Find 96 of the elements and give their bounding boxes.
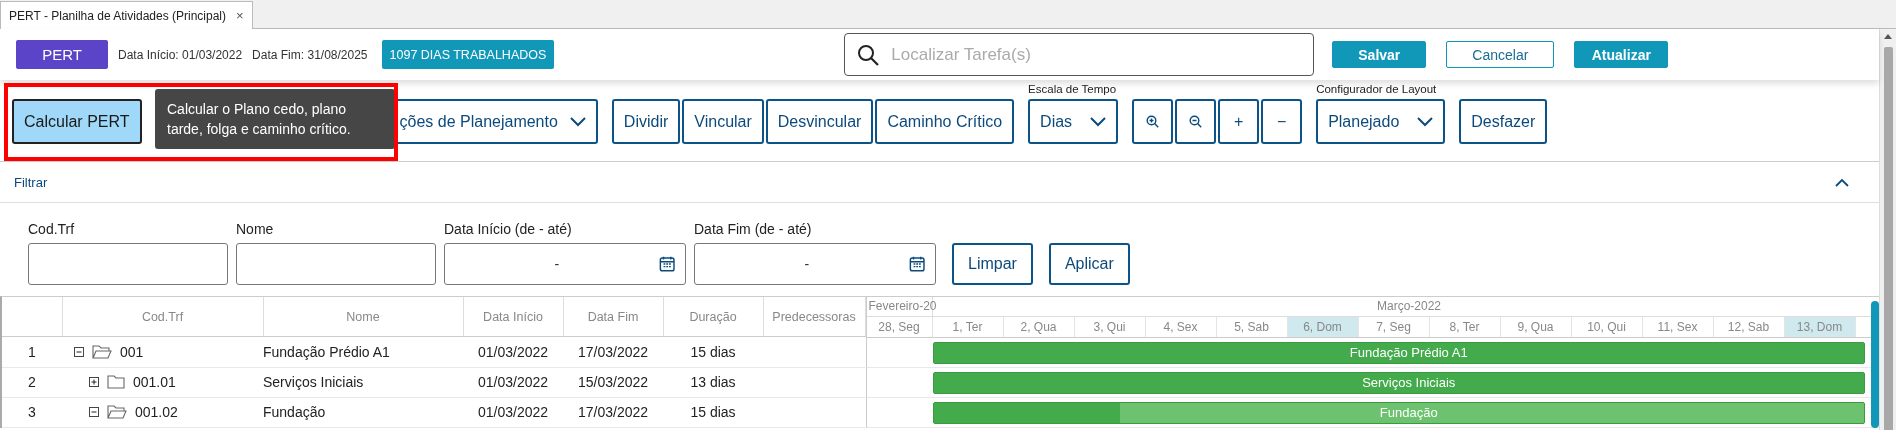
field-label: Nome: [236, 221, 275, 237]
group-caption: Escala de Tempo: [1028, 83, 1118, 97]
chevron-down-icon: [569, 116, 586, 127]
table-cell: Fundação: [263, 397, 463, 428]
table-cell: 15/03/2022: [563, 367, 663, 398]
header-button[interactable]: Cancelar: [1446, 41, 1555, 68]
column-header: Data Fim: [563, 297, 663, 337]
dropdown-button[interactable]: Dias: [1028, 99, 1119, 144]
dropdown-button[interactable]: Planejado: [1316, 99, 1446, 144]
tab-title: PERT - Planilha de Atividades (Principal): [9, 8, 226, 23]
date-range-input[interactable]: -: [705, 255, 909, 273]
toolbar-button[interactable]: Calcular PERT: [12, 99, 142, 144]
row-number: 2: [2, 367, 62, 398]
table-cell: 15 dias: [663, 397, 763, 428]
month-label: Fevereiro-20: [868, 299, 937, 313]
toolbar-button[interactable]: Caminho Crítico: [875, 99, 1015, 144]
day-header: 3, Qui: [1074, 317, 1146, 337]
table-cell: 17/03/2022: [563, 336, 663, 367]
table-cell: Fundação Prédio A1: [263, 336, 463, 367]
row-number: 1: [2, 336, 62, 367]
day-header: 13, Dom: [1784, 317, 1856, 337]
calendar-icon[interactable]: [908, 255, 925, 273]
calendar-icon[interactable]: [658, 255, 675, 273]
filter-button[interactable]: Limpar: [952, 243, 1033, 285]
table-cell: 01/03/2022: [463, 336, 563, 367]
zoom-out-button[interactable]: [1175, 99, 1217, 144]
day-header: 6, Dom: [1287, 317, 1359, 337]
day-header: 11, Sex: [1642, 317, 1714, 337]
date-range-field[interactable]: -: [694, 243, 936, 285]
search-icon: [857, 43, 880, 66]
folder-icon: [107, 374, 125, 391]
toolbar-button[interactable]: −: [1261, 99, 1303, 144]
table-cell: Serviços Iniciais: [263, 367, 463, 398]
group-caption: Configurador de Layout: [1316, 83, 1438, 97]
task-code: 001.02: [135, 404, 178, 421]
table-cell: 13 dias: [663, 367, 763, 398]
task-code: 001.01: [133, 374, 176, 391]
folder-open-icon: [92, 343, 112, 360]
toolbar-button[interactable]: Dividir: [611, 99, 681, 144]
scroll-up-icon[interactable]: [1884, 33, 1892, 39]
text-field[interactable]: [236, 243, 436, 285]
date-range-input[interactable]: -: [455, 255, 659, 273]
filter-title[interactable]: Filtrar: [14, 174, 48, 190]
month-label: Março-2022: [1377, 299, 1441, 313]
field-label: Cod.Trf: [28, 221, 76, 237]
folder-open-icon: [107, 404, 127, 421]
day-header: 5, Sab: [1216, 317, 1288, 337]
column-header: Cod.Trf: [62, 297, 263, 337]
collapse-icon[interactable]: [74, 346, 84, 357]
day-header: 1, Ter: [932, 317, 1004, 337]
pert-tooltip: Calcular o Plano cedo, plano tarde, folga e caminho crítico.: [155, 89, 395, 149]
chevron-down-icon: [1090, 116, 1107, 127]
search-box[interactable]: Localizar Tarefa(s): [844, 33, 1315, 76]
row-number: 3: [2, 397, 62, 428]
column-header: Data Início: [463, 297, 563, 337]
field-label: Data Início (de - até): [444, 221, 573, 237]
toolbar-button[interactable]: +: [1218, 99, 1260, 144]
toolbar-button[interactable]: Desfazer: [1459, 99, 1548, 144]
scrollbar[interactable]: [1871, 301, 1879, 428]
zoom-out-icon: [1189, 115, 1203, 128]
day-header: 9, Qua: [1500, 317, 1572, 337]
day-header: 4, Sex: [1145, 317, 1217, 337]
collapse-icon[interactable]: [89, 407, 99, 418]
zoom-in-icon: [1146, 115, 1160, 128]
task-code: 001: [120, 343, 144, 360]
pert-button[interactable]: PERT: [16, 40, 108, 69]
day-header: 10, Qui: [1571, 317, 1643, 337]
toolbar-button[interactable]: Vincular: [682, 99, 764, 144]
toolbar-button[interactable]: Desvincular: [765, 99, 874, 144]
chevron-up-icon[interactable]: [1835, 177, 1849, 187]
table-cell: 15 dias: [663, 336, 763, 367]
search-input[interactable]: Localizar Tarefa(s): [889, 43, 1302, 66]
column-header: Predecessoras: [763, 297, 865, 337]
end-date-label: Data Fim: 31/08/2025: [252, 47, 368, 62]
table-cell: 17/03/2022: [563, 397, 663, 428]
day-header: 7, Seg: [1358, 317, 1430, 337]
expand-icon[interactable]: [89, 377, 99, 388]
field-label: Data Fim (de - até): [694, 221, 813, 237]
table-cell: 01/03/2022: [463, 367, 563, 398]
worked-days-badge: 1097 DIAS TRABALHADOS: [381, 40, 555, 69]
day-header: 28, Seg: [866, 317, 933, 337]
close-tab-button[interactable]: ×: [236, 8, 244, 23]
text-field[interactable]: [28, 243, 228, 285]
start-date-label: Data Início: 01/03/2022: [118, 47, 243, 62]
filter-button[interactable]: Aplicar: [1048, 243, 1130, 285]
column-header: Duração: [663, 297, 763, 337]
day-header: 12, Sab: [1713, 317, 1785, 337]
day-header: 8, Ter: [1429, 317, 1501, 337]
date-range-field[interactable]: -: [444, 243, 686, 285]
day-header: 2, Qua: [1003, 317, 1075, 337]
document-tab[interactable]: PERT - Planilha de Atividades (Principal) ×: [0, 1, 253, 29]
chevron-down-icon: [1417, 116, 1434, 127]
table-cell: 01/03/2022: [463, 397, 563, 428]
column-header: Nome: [263, 297, 463, 337]
zoom-in-button[interactable]: [1132, 99, 1174, 144]
scrollbar[interactable]: [1879, 29, 1896, 430]
